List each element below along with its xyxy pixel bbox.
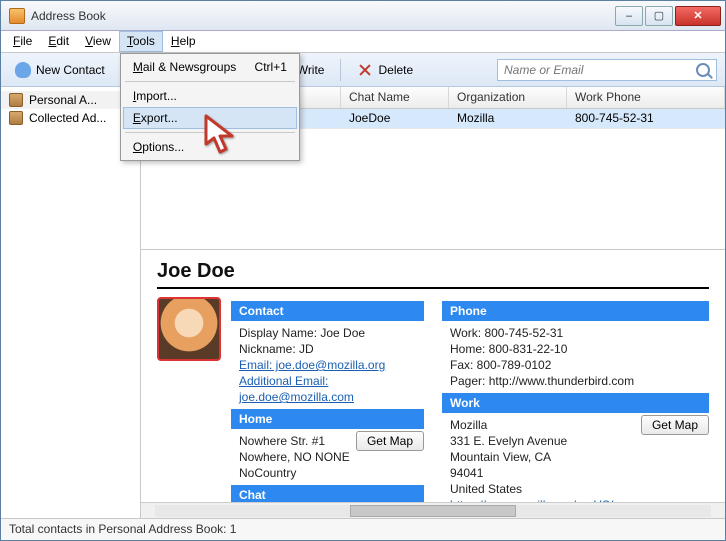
phone-work: Work: 800-745-52-31 [442, 325, 709, 341]
new-contact-label: New Contact [36, 63, 105, 77]
col-chat[interactable]: Chat Name [341, 87, 449, 108]
app-icon [9, 8, 25, 24]
work-getmap-button[interactable]: Get Map [641, 415, 709, 435]
menu-export[interactable]: Export... [123, 107, 297, 129]
work-addr2: Mountain View, CA [442, 449, 709, 465]
addressbook-icon [9, 93, 23, 107]
menu-help[interactable]: Help [163, 31, 204, 52]
status-text: Total contacts in Personal Address Book:… [9, 522, 236, 536]
titlebar: Address Book – ▢ ✕ [1, 1, 725, 31]
toolbar: New Contact Write Delete [1, 53, 725, 87]
delete-icon [357, 62, 373, 78]
contact-display-name: Display Name: Joe Doe [231, 325, 424, 341]
phone-pager: Pager: http://www.thunderbird.com [442, 373, 709, 389]
delete-label: Delete [378, 63, 413, 77]
cell-chat: JoeDoe [341, 109, 449, 128]
sidebar-item-label: Collected Ad... [29, 111, 106, 125]
menu-tools[interactable]: Tools Mail & Newsgroups Ctrl+1 Import...… [119, 31, 163, 52]
dd-mail-label: ail & Newsgroups [143, 60, 236, 74]
menubar: File Edit View Tools Mail & Newsgroups C… [1, 31, 725, 53]
menu-view[interactable]: View [77, 31, 119, 52]
maximize-button[interactable]: ▢ [645, 6, 673, 26]
window-title: Address Book [31, 9, 615, 23]
window-buttons: – ▢ ✕ [615, 6, 721, 26]
col-phone[interactable]: Work Phone [567, 87, 725, 108]
menu-file[interactable]: File [5, 31, 40, 52]
section-contact: Contact [231, 301, 424, 321]
minimize-button[interactable]: – [615, 6, 643, 26]
menu-tools-label: ools [133, 34, 155, 48]
close-button[interactable]: ✕ [675, 6, 721, 26]
statusbar: Total contacts in Personal Address Book:… [1, 518, 725, 540]
menu-options[interactable]: Options... [123, 136, 297, 158]
menu-separator [125, 132, 295, 133]
cell-phone: 800-745-52-31 [567, 109, 725, 128]
delete-button[interactable]: Delete [351, 59, 419, 81]
tools-dropdown: Mail & Newsgroups Ctrl+1 Import... Expor… [120, 53, 300, 161]
avatar [157, 297, 221, 361]
home-line2: Nowhere, NO NONE [231, 449, 424, 465]
search-input[interactable] [504, 63, 696, 77]
menu-mail-newsgroups[interactable]: Mail & Newsgroups Ctrl+1 [123, 56, 297, 78]
work-zip: 94041 [442, 465, 709, 481]
detail-pane: Joe Doe Contact Display Name: Joe Doe Ni… [141, 249, 725, 502]
dd-mail-accel: Ctrl+1 [255, 60, 287, 74]
write-label: Write [297, 63, 325, 77]
work-url-link[interactable]: https://www.mozilla.org/en-US/ [450, 498, 613, 502]
menu-import[interactable]: Import... [123, 85, 297, 107]
contact-additional-email-label[interactable]: Additional Email: [239, 374, 328, 388]
contact-email-link[interactable]: Email: joe.doe@mozilla.org [239, 358, 385, 372]
col-org[interactable]: Organization [449, 87, 567, 108]
section-work: Work [442, 393, 709, 413]
detail-left-col: Contact Display Name: Joe Doe Nickname: … [157, 297, 424, 502]
home-getmap-button[interactable]: Get Map [356, 431, 424, 451]
detail-right-col: Phone Work: 800-745-52-31 Home: 800-831-… [442, 297, 709, 502]
main-area: Personal A... Collected Ad... Chat Name … [1, 87, 725, 518]
app-window: Address Book – ▢ ✕ File Edit View Tools … [0, 0, 726, 541]
work-addr1: 331 E. Evelyn Avenue [442, 433, 709, 449]
search-icon [696, 63, 710, 77]
addressbook-icon [9, 111, 23, 125]
detail-title: Joe Doe [157, 260, 709, 289]
menu-separator [125, 81, 295, 82]
horizontal-scrollbar[interactable] [141, 502, 725, 518]
search-box[interactable] [497, 59, 717, 81]
contact-additional-email[interactable]: joe.doe@mozilla.com [239, 390, 354, 404]
section-chat: Chat [231, 485, 424, 502]
scrollbar-thumb[interactable] [350, 505, 517, 517]
person-icon [15, 62, 31, 78]
contact-nickname: Nickname: JD [231, 341, 424, 357]
cell-org: Mozilla [449, 109, 567, 128]
sidebar-item-label: Personal A... [29, 93, 97, 107]
new-contact-button[interactable]: New Contact [9, 59, 111, 81]
phone-home: Home: 800-831-22-10 [442, 341, 709, 357]
work-country: United States [442, 481, 709, 497]
menu-edit[interactable]: Edit [40, 31, 77, 52]
home-line3: NoCountry [231, 465, 424, 481]
toolbar-separator [340, 59, 341, 81]
section-home: Home [231, 409, 424, 429]
phone-fax: Fax: 800-789-0102 [442, 357, 709, 373]
section-phone: Phone [442, 301, 709, 321]
